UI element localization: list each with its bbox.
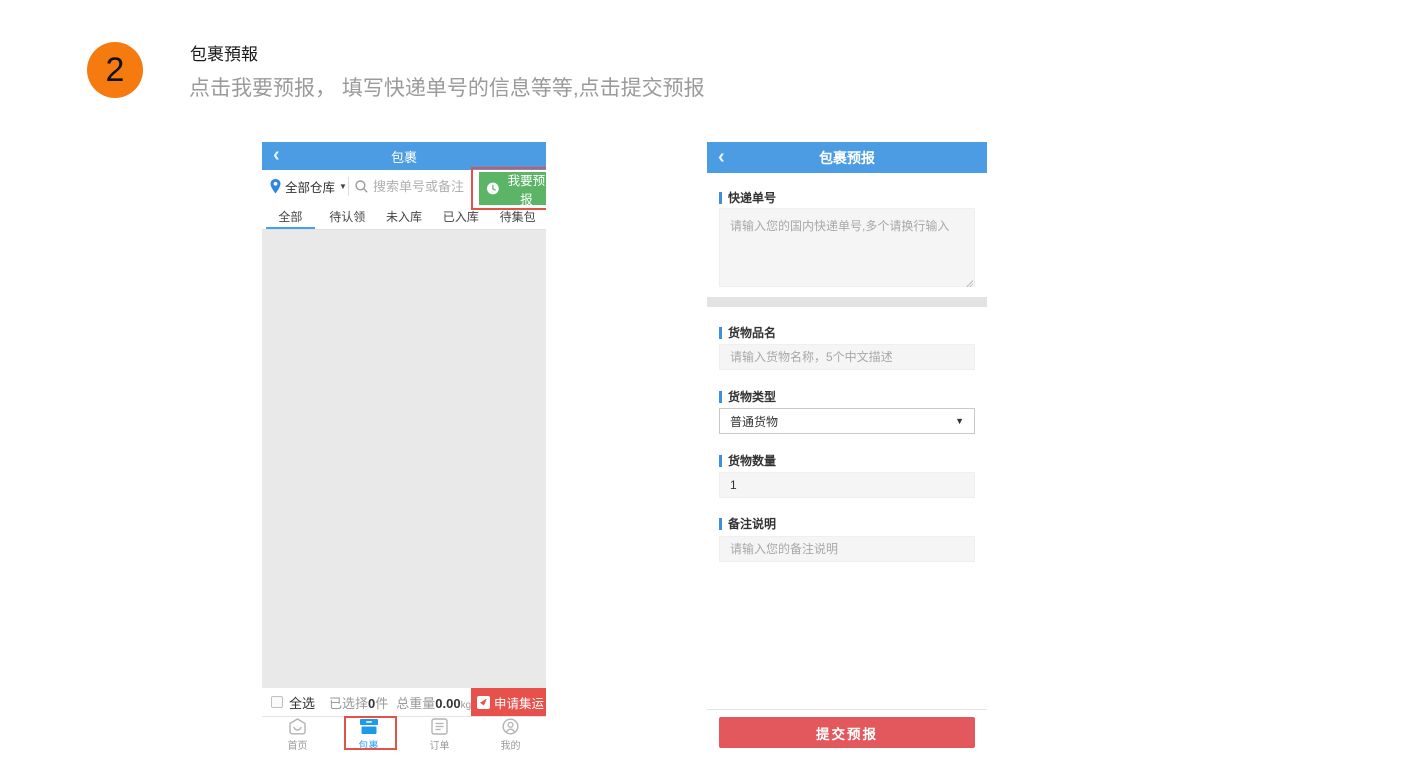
nav-item-orders[interactable]: 订单	[404, 717, 475, 753]
nav-item-profile[interactable]: 我的	[475, 717, 546, 753]
label-accent-bar	[719, 455, 722, 467]
forecast-button[interactable]: 我要预报	[479, 172, 546, 205]
search-input[interactable]	[373, 179, 469, 194]
nav-label-orders: 订单	[430, 737, 450, 752]
divider	[348, 177, 349, 196]
section-divider	[707, 297, 987, 307]
weight-label: 总重量	[396, 696, 435, 711]
label-accent-bar	[719, 518, 722, 530]
total-weight-text: 总重量0.00kg	[396, 693, 471, 712]
divider	[707, 709, 987, 710]
step-number-badge: 2	[87, 42, 143, 98]
nav-label-profile: 我的	[501, 737, 521, 752]
apply-consolidation-button[interactable]: 申请集运	[471, 688, 546, 716]
forecast-button-label: 我要预报	[504, 170, 546, 208]
selected-suffix: 件	[375, 696, 388, 711]
tutorial-page: 2 包裹預報 点击我要预报， 填写快递单号的信息等等,点击提交预报 ‹ 包裹 全…	[0, 0, 1417, 768]
selected-count-text: 已选择0件	[329, 693, 388, 712]
page-title: 包裹预报	[819, 148, 875, 168]
back-icon[interactable]: ‹	[273, 145, 280, 165]
label-accent-bar	[719, 192, 722, 204]
apply-consolidation-label: 申请集运	[494, 693, 544, 712]
select-all-checkbox[interactable]	[271, 696, 283, 708]
tab-in-warehouse[interactable]: 已入库	[432, 203, 489, 229]
app-header: ‹ 包裹	[262, 142, 546, 170]
tab-all[interactable]: 全部	[262, 203, 319, 229]
resize-handle-icon[interactable]	[966, 280, 973, 287]
field-label-goods-name: 货物品名	[719, 326, 776, 339]
selected-prefix: 已选择	[329, 696, 368, 711]
consolidate-icon	[477, 696, 490, 709]
bottom-navigation: 首页 包裹	[262, 716, 546, 753]
step-title: 包裹預報	[190, 40, 258, 65]
profile-icon	[501, 719, 521, 735]
search-icon	[355, 180, 368, 193]
package-icon	[359, 719, 379, 735]
selection-action-bar: 全选 已选择0件 总重量0.00kg 申请集运	[262, 688, 546, 716]
nav-label-packages: 包裹	[359, 737, 379, 752]
select-caret-icon: ▼	[955, 416, 964, 426]
nav-item-packages[interactable]: 包裹	[333, 717, 404, 753]
field-label-goods-type: 货物类型	[719, 390, 776, 403]
label-accent-bar	[719, 391, 722, 403]
goods-quantity-input[interactable]	[719, 472, 975, 498]
home-icon	[288, 719, 308, 735]
field-label-goods-quantity: 货物数量	[719, 454, 776, 467]
location-pin-icon	[270, 179, 281, 194]
field-label-tracking-number: 快递单号	[719, 191, 776, 204]
package-forecast-screen: ‹ 包裹预报 快递单号 货物品名 货物类型 普通货物 ▼ 货物数量	[707, 142, 987, 753]
back-icon[interactable]: ‹	[718, 147, 725, 167]
package-list-screen: ‹ 包裹 全部仓库 ▼	[262, 142, 546, 753]
warehouse-label: 全部仓库	[285, 177, 335, 196]
goods-type-select[interactable]: 普通货物 ▼	[719, 408, 975, 434]
field-label-text: 备注说明	[728, 515, 776, 532]
label-accent-bar	[719, 327, 722, 339]
field-label-remarks: 备注说明	[719, 517, 776, 530]
page-title: 包裹	[391, 147, 417, 166]
field-label-text: 快递单号	[728, 189, 776, 206]
field-label-text: 货物品名	[728, 324, 776, 341]
goods-name-input[interactable]	[719, 344, 975, 370]
tracking-number-textarea[interactable]	[719, 208, 975, 287]
weight-value: 0.00	[435, 696, 460, 711]
submit-forecast-button[interactable]: 提交预报	[719, 717, 975, 748]
weight-unit: kg	[461, 700, 472, 711]
dropdown-caret-icon: ▼	[339, 182, 347, 191]
field-label-text: 货物类型	[728, 388, 776, 405]
tab-to-claim[interactable]: 待认领	[319, 203, 376, 229]
empty-package-list	[262, 230, 546, 688]
goods-type-selected-value: 普通货物	[730, 413, 778, 430]
select-all-label: 全选	[289, 693, 315, 712]
step-description: 点击我要预报， 填写快递单号的信息等等,点击提交预报	[189, 72, 705, 102]
tab-not-in-warehouse[interactable]: 未入库	[376, 203, 433, 229]
nav-label-home: 首页	[288, 737, 308, 752]
order-list-icon	[430, 719, 450, 735]
app-header: ‹ 包裹预报	[707, 142, 987, 173]
warehouse-dropdown[interactable]: 全部仓库 ▼	[270, 170, 347, 203]
field-label-text: 货物数量	[728, 452, 776, 469]
step-number: 2	[106, 51, 125, 90]
search-box[interactable]	[355, 170, 473, 203]
clock-icon	[487, 182, 499, 195]
remarks-input[interactable]	[719, 536, 975, 562]
nav-item-home[interactable]: 首页	[262, 717, 333, 753]
